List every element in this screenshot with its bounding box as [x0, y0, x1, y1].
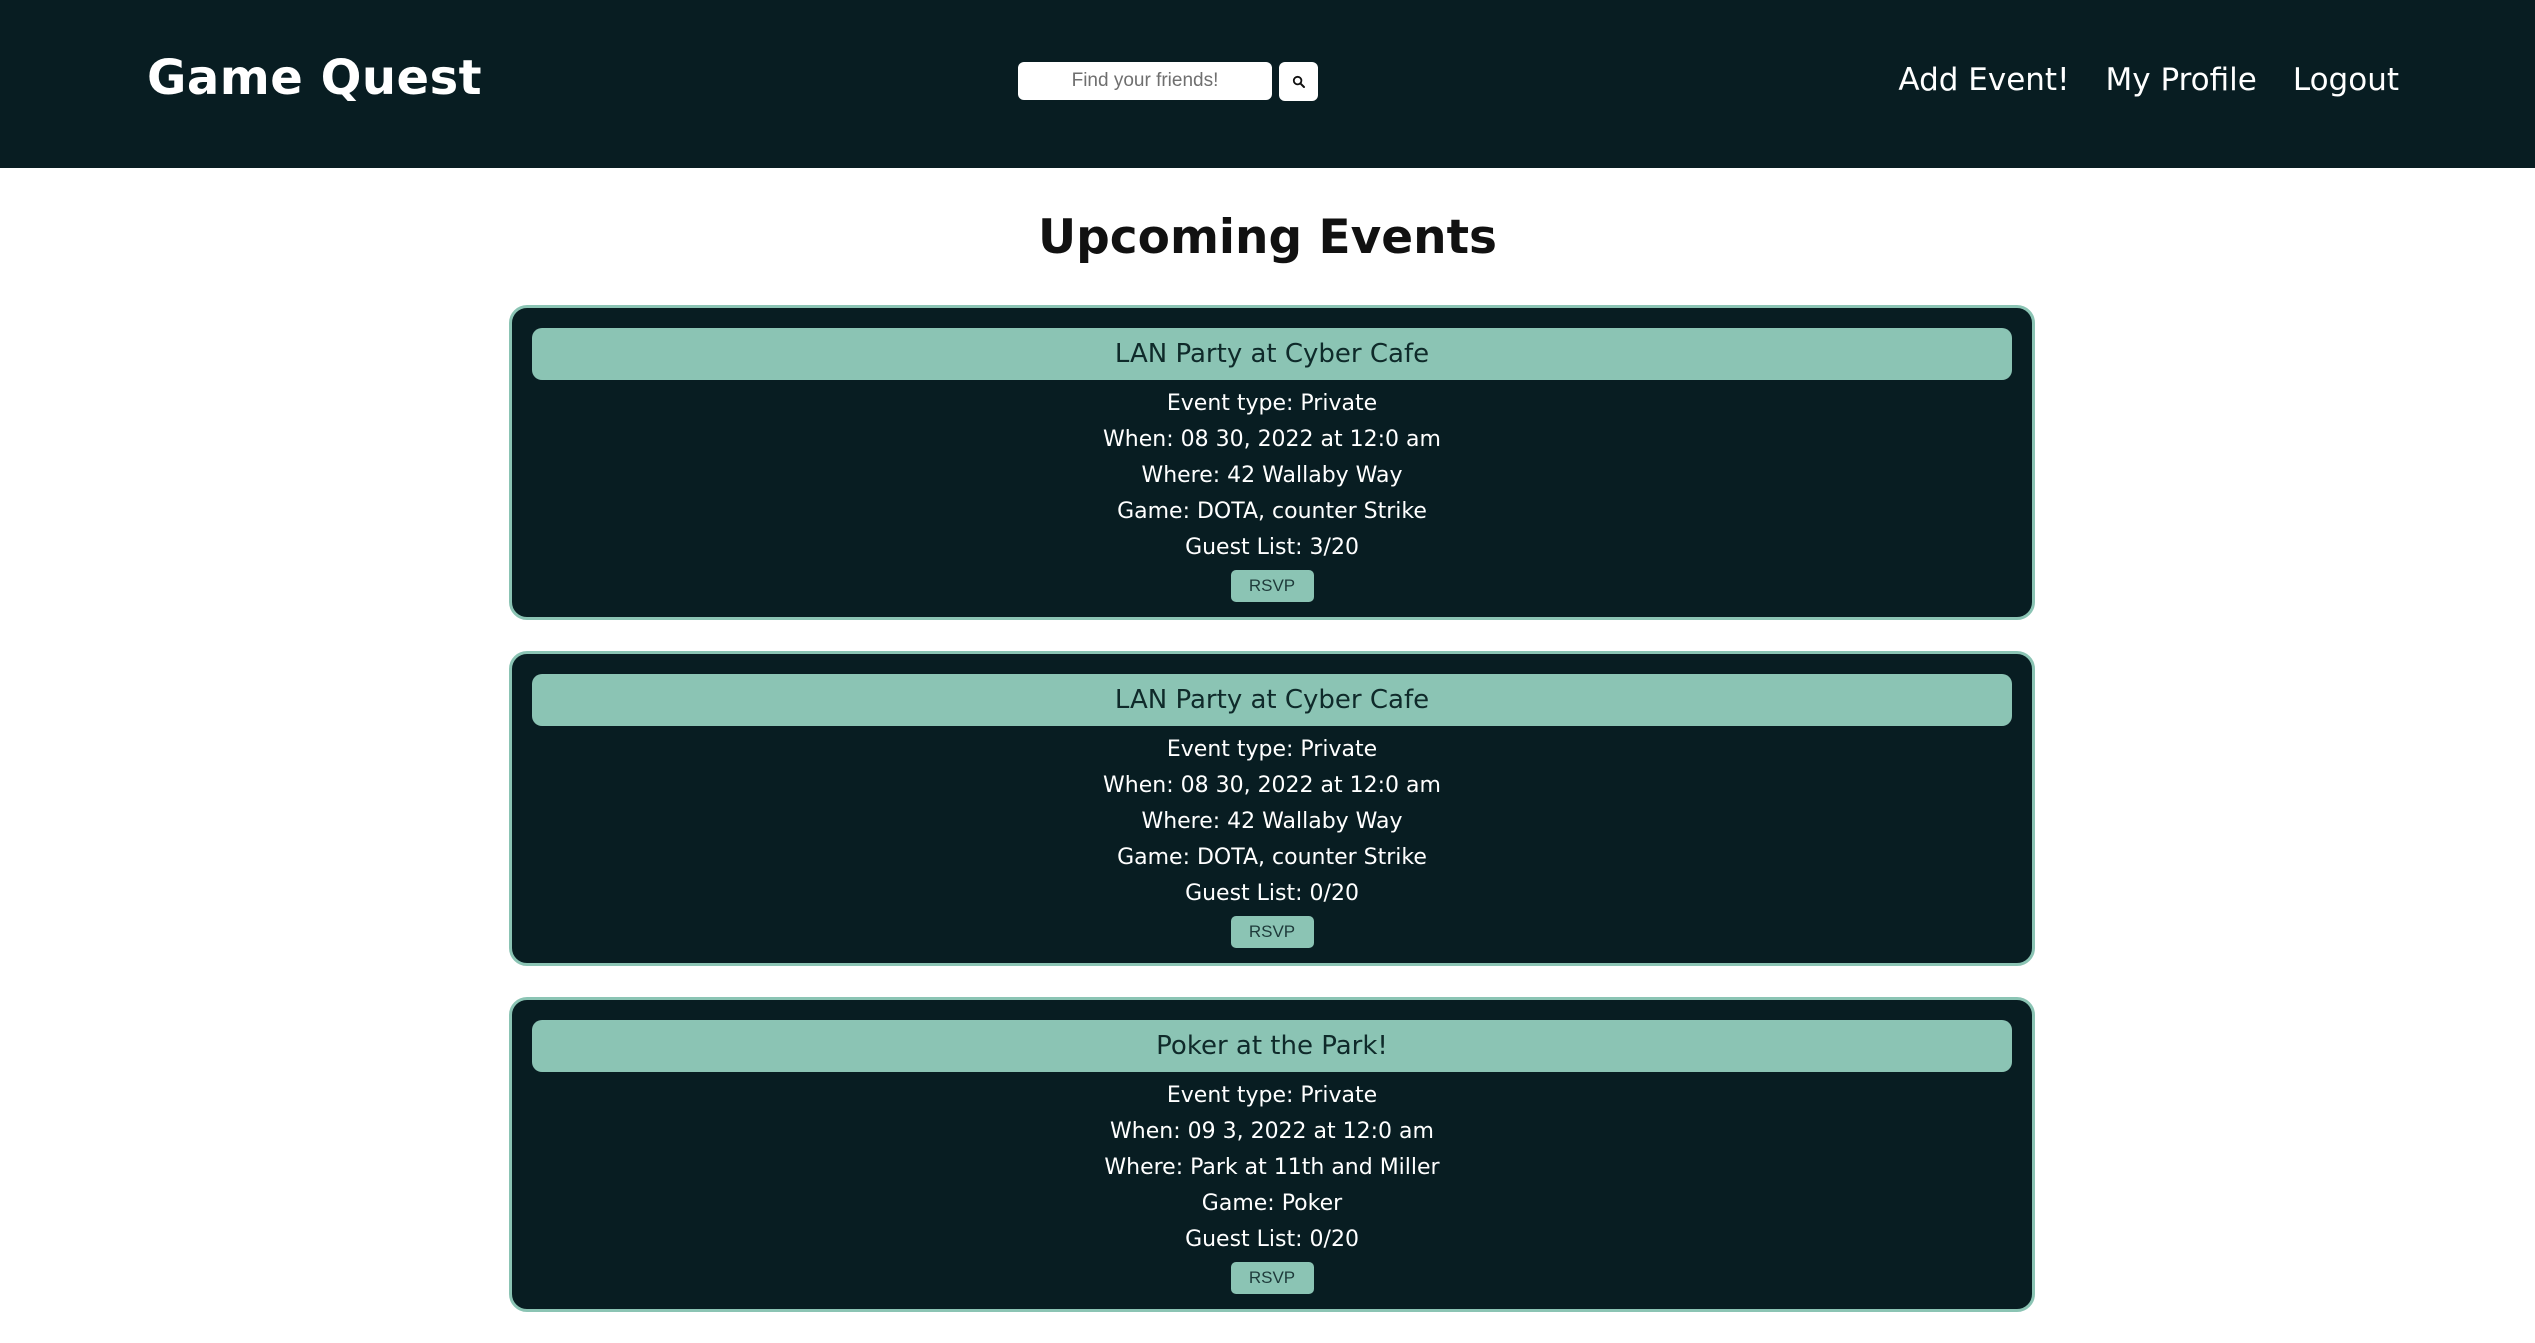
event-title: Poker at the Park!: [532, 1020, 2012, 1072]
magnifier-icon: [1292, 75, 1305, 88]
event-when: When: 08 30, 2022 at 12:0 am: [1103, 427, 1441, 452]
nav-add-event[interactable]: Add Event!: [1898, 62, 2069, 98]
event-when: When: 08 30, 2022 at 12:0 am: [1103, 773, 1441, 798]
event-where: Where: 42 Wallaby Way: [1141, 463, 1403, 488]
event-title: LAN Party at Cyber Cafe: [532, 328, 2012, 380]
event-when: When: 09 3, 2022 at 12:0 am: [1110, 1119, 1434, 1144]
nav-my-profile[interactable]: My Profile: [2106, 62, 2257, 98]
event-where: Where: 42 Wallaby Way: [1141, 809, 1403, 834]
rsvp-button[interactable]: RSVP: [1230, 570, 1314, 602]
nav-logout[interactable]: Logout: [2293, 62, 2399, 98]
search-input[interactable]: [1018, 62, 1272, 100]
event-type: Event type: Private: [1166, 737, 1378, 762]
search-button[interactable]: [1279, 62, 1318, 101]
event-card: LAN Party at Cyber Cafe Event type: Priv…: [509, 651, 2035, 966]
event-where: Where: Park at 11th and Miller: [1104, 1155, 1440, 1180]
rsvp-button[interactable]: RSVP: [1230, 916, 1314, 948]
event-game: Game: DOTA, counter Strike: [1117, 845, 1427, 870]
event-card: LAN Party at Cyber Cafe Event type: Priv…: [509, 305, 2035, 620]
event-card: Poker at the Park! Event type: Private W…: [509, 997, 2035, 1312]
event-guest-list: Guest List: 3/20: [1185, 535, 1359, 560]
brand-logo[interactable]: Game Quest: [147, 50, 482, 106]
event-type: Event type: Private: [1166, 391, 1378, 416]
event-game: Game: DOTA, counter Strike: [1117, 499, 1427, 524]
friend-search: [1018, 62, 1318, 101]
event-guest-list: Guest List: 0/20: [1185, 1227, 1359, 1252]
event-type: Event type: Private: [1166, 1083, 1378, 1108]
main-nav: Add Event! My Profile Logout: [1898, 62, 2399, 98]
event-guest-list: Guest List: 0/20: [1185, 881, 1359, 906]
event-game: Game: Poker: [1201, 1191, 1343, 1216]
rsvp-button[interactable]: RSVP: [1230, 1262, 1314, 1294]
page-title: Upcoming Events: [1037, 210, 1498, 265]
top-navbar: Game Quest Add Event! My Profile Logout: [0, 0, 2535, 168]
events-list: LAN Party at Cyber Cafe Event type: Priv…: [509, 305, 2035, 1343]
event-title: LAN Party at Cyber Cafe: [532, 674, 2012, 726]
